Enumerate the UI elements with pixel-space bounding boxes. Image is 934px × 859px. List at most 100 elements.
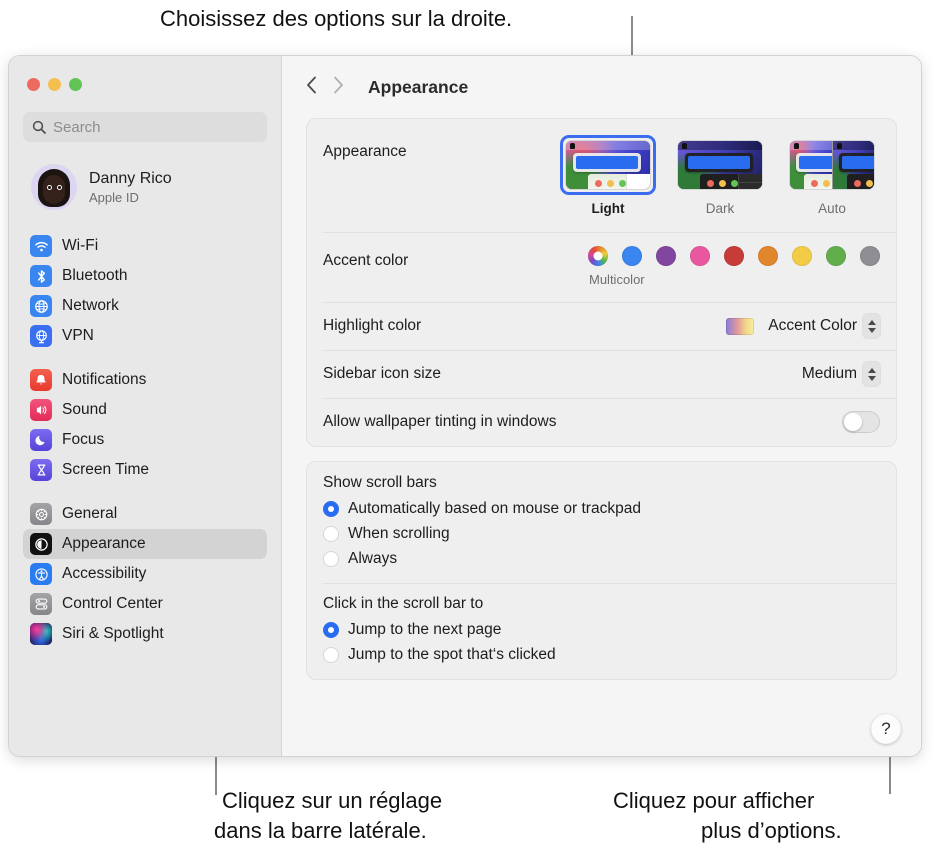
sidebar-item-screen-time[interactable]: Screen Time (23, 455, 267, 485)
radio-label: Automatically based on mouse or trackpad (348, 499, 641, 517)
close-button[interactable] (27, 78, 40, 91)
zoom-button[interactable] (69, 78, 82, 91)
accent-swatch-purple[interactable] (656, 246, 676, 266)
chevron-left-icon[interactable] (306, 76, 317, 99)
sidebar-icon-size-row: Sidebar icon size Medium (307, 350, 896, 398)
accent-color-swatches (588, 246, 880, 266)
control-center-icon (30, 593, 52, 615)
scroll-bar-click-option-next-page[interactable]: Jump to the next page (323, 617, 880, 642)
callout-sidebar-text-line2: dans la barre latérale. (214, 818, 427, 843)
sidebar-item-sound[interactable]: Sound (23, 395, 267, 425)
sidebar-item-label: Control Center (62, 595, 163, 612)
sidebar-item-label: VPN (62, 327, 94, 344)
help-button[interactable]: ? (871, 714, 901, 744)
radio-label: When scrolling (348, 524, 450, 542)
wallpaper-tinting-toggle[interactable] (842, 411, 880, 433)
radio-label: Jump to the next page (348, 620, 502, 638)
auto-theme-thumbnail (790, 141, 874, 189)
search-field[interactable] (23, 112, 267, 142)
screenshot-root: Choisissez des options sur la droite. Cl… (0, 0, 934, 859)
appearance-option-auto[interactable]: Auto (784, 135, 880, 216)
sidebar-item-label: Siri & Spotlight (62, 625, 164, 642)
wallpaper-tinting-label: Allow wallpaper tinting in windows (323, 413, 557, 430)
chevron-right-icon[interactable] (333, 76, 344, 99)
scroll-bars-option-always[interactable]: Always (323, 546, 880, 571)
search-icon (32, 120, 46, 134)
highlight-color-label: Highlight color (323, 317, 422, 334)
apple-id-account-row[interactable]: Danny Rico Apple ID (23, 159, 267, 215)
radio-label: Jump to the spot that‘s clicked (348, 645, 556, 663)
sidebar-item-general[interactable]: General (23, 499, 267, 529)
sidebar-item-label: General (62, 505, 118, 522)
radio-button[interactable] (323, 525, 339, 542)
chevron-updown-icon (863, 314, 880, 338)
accent-swatch-yellow[interactable] (792, 246, 812, 266)
sidebar-icon-size-popup-button[interactable]: Medium (802, 362, 880, 386)
scroll-bars-option-when-scrolling[interactable]: When scrolling (323, 521, 880, 546)
settings-scroll-area: Appearance Light Dark Auto Accent color … (282, 118, 921, 680)
appearance-options: Light Dark Auto (560, 135, 880, 216)
callout-help-text-line1: Cliquez pour afficher (613, 788, 815, 813)
radio-button[interactable] (323, 550, 339, 567)
sidebar-item-siri-and-spotlight[interactable]: Siri & Spotlight (23, 619, 267, 649)
accent-swatch-blue[interactable] (622, 246, 642, 266)
minimize-button[interactable] (48, 78, 61, 91)
sidebar-item-bluetooth[interactable]: Bluetooth (23, 261, 267, 291)
sidebar-item-control-center[interactable]: Control Center (23, 589, 267, 619)
search-input[interactable] (53, 118, 258, 136)
siri-icon (30, 623, 52, 645)
highlight-color-row: Highlight color Accent Color (307, 302, 896, 350)
window-controls (9, 56, 281, 91)
radio-button[interactable] (323, 500, 339, 517)
scroll-bars-card: Show scroll bars Automatically based on … (306, 461, 897, 680)
sidebar-group-general: General Appearance Accessibility Control… (9, 499, 281, 649)
sidebar-item-label: Accessibility (62, 565, 147, 582)
sidebar-item-vpn[interactable]: VPN (23, 321, 267, 351)
sidebar-item-focus[interactable]: Focus (23, 425, 267, 455)
appearance-row: Appearance Light Dark Auto (307, 119, 896, 232)
toolbar: Appearance (282, 56, 921, 118)
radio-button[interactable] (323, 646, 339, 663)
accent-swatch-green[interactable] (826, 246, 846, 266)
scroll-bar-click-title: Click in the scroll bar to (323, 595, 484, 612)
sidebar-item-label: Appearance (62, 535, 146, 552)
highlight-color-popup-button[interactable]: Accent Color (726, 314, 880, 338)
account-subtitle: Apple ID (89, 189, 139, 205)
appearance-option-label: Auto (818, 201, 846, 216)
accent-swatch-pink[interactable] (690, 246, 710, 266)
gear-icon (30, 503, 52, 525)
sidebar-item-notifications[interactable]: Notifications (23, 365, 267, 395)
avatar (31, 164, 77, 210)
sidebar-item-label: Bluetooth (62, 267, 128, 284)
appearance-label: Appearance (323, 143, 407, 160)
globe-icon (30, 295, 52, 317)
callout-sidebar-text-line1: Cliquez sur un réglage (222, 788, 443, 813)
light-theme-thumbnail (566, 141, 650, 189)
appearance-option-light[interactable]: Light (560, 135, 656, 216)
appearance-option-label: Dark (705, 201, 735, 216)
sidebar-group-system: Notifications Sound Focus Screen Time (9, 365, 281, 485)
sidebar-item-label: Screen Time (62, 461, 150, 478)
scroll-bars-option-automatic[interactable]: Automatically based on mouse or trackpad (323, 496, 880, 521)
accent-swatch-red[interactable] (724, 246, 744, 266)
accent-swatch-multicolor[interactable] (588, 246, 608, 266)
accessibility-icon (30, 563, 52, 585)
accent-gradient-chip (726, 317, 755, 335)
wallpaper-tinting-row: Allow wallpaper tinting in windows (307, 398, 896, 446)
sidebar-item-appearance[interactable]: Appearance (23, 529, 267, 559)
show-scroll-bars-title: Show scroll bars (323, 474, 437, 491)
radio-button[interactable] (323, 621, 339, 638)
scroll-bar-click-option-spot-clicked[interactable]: Jump to the spot that‘s clicked (323, 642, 880, 667)
appearance-option-label: Light (591, 201, 625, 216)
accent-swatch-graphite[interactable] (860, 246, 880, 266)
callout-help-text-line2: plus d’options. (701, 818, 842, 843)
sidebar-item-network[interactable]: Network (23, 291, 267, 321)
sidebar-item-wi-fi[interactable]: Wi-Fi (23, 231, 267, 261)
sidebar-item-accessibility[interactable]: Accessibility (23, 559, 267, 589)
speaker-icon (30, 399, 52, 421)
appearance-option-dark[interactable]: Dark (672, 135, 768, 216)
accent-swatch-orange[interactable] (758, 246, 778, 266)
account-name: Danny Rico (89, 169, 172, 187)
accent-color-row: Accent color Multicolor (307, 232, 896, 302)
bluetooth-icon (30, 265, 52, 287)
